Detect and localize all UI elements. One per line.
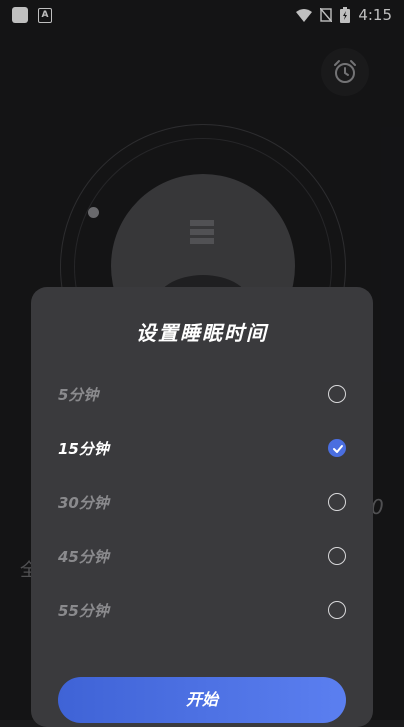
option-row[interactable]: 45分钟 <box>31 537 373 577</box>
option-label: 5分钟 <box>58 386 99 404</box>
option-row[interactable]: 5分钟 <box>31 375 373 415</box>
option-label: 55分钟 <box>58 602 109 620</box>
check-icon <box>333 445 343 453</box>
sheet-title: 设置睡眠时间 <box>136 321 268 345</box>
option-row[interactable]: 30分钟 <box>31 483 373 523</box>
radio-button[interactable] <box>328 601 346 619</box>
option-label: 30分钟 <box>58 494 109 512</box>
radio-button-checked[interactable] <box>328 439 346 457</box>
sleep-timer-sheet: 设置睡眠时间 5分钟 15分钟 30分钟 45分钟 55分钟 开始 <box>31 287 373 727</box>
option-row-selected[interactable]: 15分钟 <box>31 429 373 469</box>
radio-button[interactable] <box>328 385 346 403</box>
option-row[interactable]: 55分钟 <box>31 591 373 631</box>
radio-button[interactable] <box>328 493 346 511</box>
option-label: 45分钟 <box>58 548 109 566</box>
start-button[interactable]: 开始 <box>58 677 346 723</box>
option-label: 15分钟 <box>58 440 109 458</box>
radio-button[interactable] <box>328 547 346 565</box>
